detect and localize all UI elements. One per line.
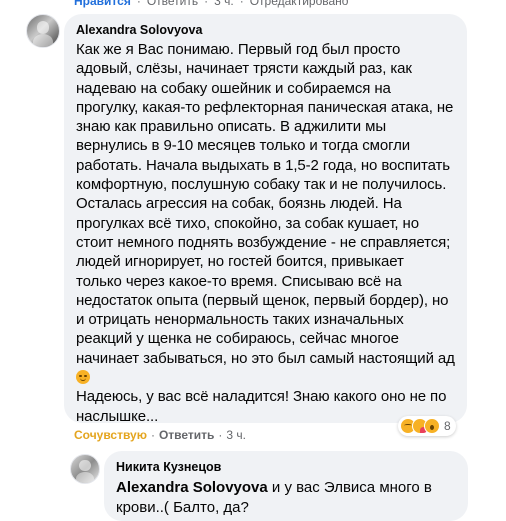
timestamp[interactable]: 3 ч. (214, 0, 234, 8)
comment-author[interactable]: Alexandra Solovyova (76, 23, 455, 37)
mention-link[interactable]: Alexandra Solovyova (116, 479, 268, 496)
like-link[interactable]: Нравится (74, 0, 131, 8)
comment-text: Как же я Вас понимаю. Первый год был про… (76, 41, 455, 425)
wow-reaction-icon (424, 418, 440, 434)
reply-text: Alexandra Solovyova и у вас Элвиса много… (116, 479, 432, 516)
separator-dot: · (204, 0, 209, 8)
reply-link[interactable]: Ответить (147, 0, 198, 8)
separator-dot: · (239, 0, 244, 8)
previous-comment-actions: Нравится · Ответить · 3 ч. · Отредактиро… (74, 0, 348, 8)
comment-actions: Сочувствую · Ответить · 3 ч. (74, 428, 247, 442)
avatar[interactable] (26, 14, 60, 48)
separator-dot: · (136, 0, 141, 8)
comment-bubble: Alexandra Solovyova Как же я Вас понимаю… (64, 14, 467, 425)
reactions-summary[interactable]: 8 (398, 416, 456, 436)
timestamp[interactable]: 3 ч. (226, 428, 246, 442)
avatar[interactable] (70, 454, 100, 484)
smiling-emoji-icon (76, 370, 90, 385)
reply-link[interactable]: Ответить (159, 428, 214, 442)
reaction-count: 8 (444, 419, 451, 433)
reply-author[interactable]: Никита Кузнецов (116, 460, 456, 474)
edited-label: Отредактировано (249, 0, 349, 8)
reaction-link[interactable]: Сочувствую (74, 428, 147, 442)
